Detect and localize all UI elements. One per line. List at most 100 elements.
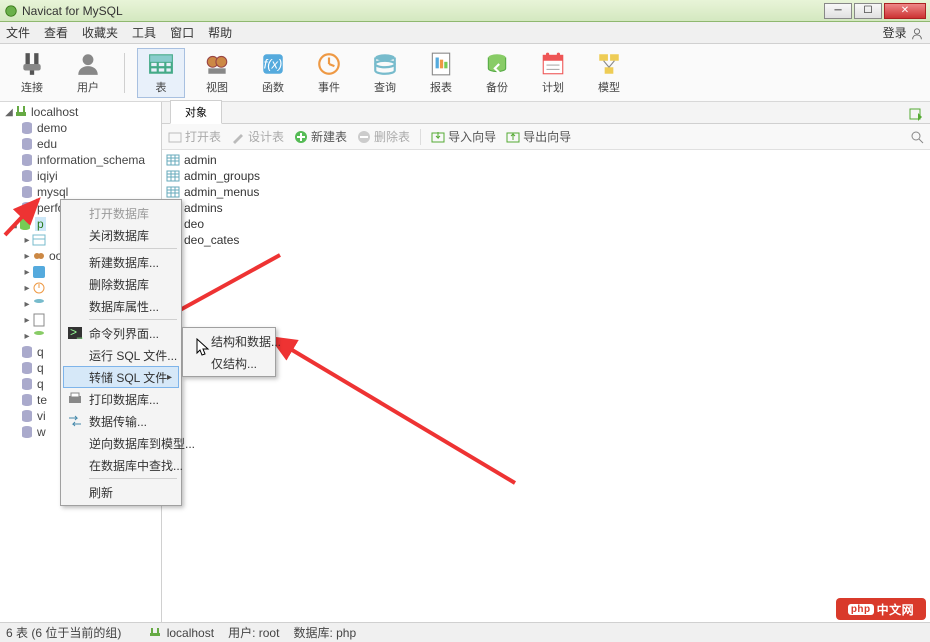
toolbar-backup[interactable]: 备份 <box>473 48 521 98</box>
tab-bar: 对象 <box>162 102 930 124</box>
table-row[interactable]: admin_groups <box>166 168 926 184</box>
toolbar-event[interactable]: 事件 <box>305 48 353 98</box>
menu-item[interactable]: 打印数据库... <box>63 388 179 410</box>
table-list[interactable]: adminadmin_groupsadmin_menusadminsdeodeo… <box>162 150 930 622</box>
toolbar-user[interactable]: 用户 <box>64 48 112 98</box>
menu-window[interactable]: 窗口 <box>170 24 194 41</box>
submenu-arrow-icon: ▸ <box>167 372 172 383</box>
connection-node[interactable]: ◢ localhost <box>0 104 161 120</box>
menu-help[interactable]: 帮助 <box>208 24 232 41</box>
server-icon <box>149 627 161 639</box>
database-node[interactable]: mysql <box>0 184 161 200</box>
database-icon <box>20 121 34 135</box>
menu-item[interactable]: 数据库属性... <box>63 295 179 317</box>
toolbar-separator <box>124 53 125 93</box>
queries-icon <box>32 297 46 311</box>
import-wizard-button[interactable]: 导入向导 <box>431 128 496 145</box>
table-row[interactable]: admin <box>166 152 926 168</box>
watermark-badge: php中文网 <box>836 598 926 620</box>
database-node[interactable]: information_schema <box>0 152 161 168</box>
table-row[interactable]: deo_cates <box>166 232 926 248</box>
login-link[interactable]: 登录 <box>883 24 924 41</box>
window-controls: ─ ☐ ✕ <box>824 3 926 19</box>
database-icon <box>20 201 34 215</box>
status-count: 6 表 (6 位于当前的组) <box>6 624 121 641</box>
app-icon <box>4 4 18 18</box>
database-icon <box>18 217 32 231</box>
toolbar-report[interactable]: 报表 <box>417 48 465 98</box>
export-wizard-button[interactable]: 导出向导 <box>506 128 571 145</box>
close-button[interactable]: ✕ <box>884 3 926 19</box>
database-node[interactable]: iqiyi <box>0 168 161 184</box>
database-icon <box>20 169 34 183</box>
tab-objects[interactable]: 对象 <box>170 100 222 124</box>
database-icon <box>20 345 34 359</box>
toolbar-table[interactable]: 表 <box>137 48 185 98</box>
database-node[interactable]: edu <box>0 136 161 152</box>
table-icon <box>166 153 180 167</box>
minimize-button[interactable]: ─ <box>824 3 852 19</box>
open-table-button[interactable]: 打开表 <box>168 128 221 145</box>
menu-item: 打开数据库 <box>63 202 179 224</box>
table-row[interactable]: admins <box>166 200 926 216</box>
table-row[interactable]: admin_menus <box>166 184 926 200</box>
connection-icon <box>14 105 28 119</box>
menu-item[interactable]: 关闭数据库 <box>63 224 179 246</box>
menu-item[interactable]: >_命令列界面... <box>63 322 179 344</box>
menu-item[interactable]: 删除数据库 <box>63 273 179 295</box>
database-icon <box>20 425 34 439</box>
menu-view[interactable]: 查看 <box>44 24 68 41</box>
menu-item[interactable]: 新建数据库... <box>63 251 179 273</box>
database-context-menu[interactable]: 打开数据库关闭数据库新建数据库...删除数据库数据库属性... >_命令列界面..… <box>60 199 182 506</box>
object-toolbar: 打开表 设计表 新建表 删除表 导入向导 导出向导 <box>162 124 930 150</box>
delete-table-button[interactable]: 删除表 <box>357 128 410 145</box>
menu-item[interactable]: 在数据库中查找... <box>63 454 179 476</box>
statusbar: 6 表 (6 位于当前的组) localhost 用户: root 数据库: p… <box>0 622 930 642</box>
expand-icon[interactable]: ◢ <box>4 107 14 118</box>
print-icon <box>67 391 83 407</box>
open-icon <box>168 130 182 144</box>
database-icon <box>20 185 34 199</box>
toolbar-connection[interactable]: 连接 <box>8 48 56 98</box>
database-icon <box>20 137 34 151</box>
menu-item[interactable]: 转储 SQL 文件▸ <box>63 366 179 388</box>
menu-item[interactable]: 数据传输... <box>63 410 179 432</box>
menu-item[interactable]: 刷新 <box>63 481 179 503</box>
toolbar-view[interactable]: 视图 <box>193 48 241 98</box>
import-icon <box>431 130 445 144</box>
expand-icon[interactable]: ◢ <box>8 219 18 230</box>
toolbar-schedule[interactable]: 计划 <box>529 48 577 98</box>
toolbar-model[interactable]: 模型 <box>585 48 633 98</box>
menu-item[interactable]: 运行 SQL 文件... <box>63 344 179 366</box>
menubar: 文件 查看 收藏夹 工具 窗口 帮助 登录 <box>0 22 930 44</box>
svg-text:f(x): f(x) <box>264 56 283 71</box>
database-icon <box>20 153 34 167</box>
events-icon <box>32 281 46 295</box>
main-toolbar: 连接 用户 表 视图 f(x) 函数 事件 查询 报表 备份 计划 模型 <box>0 44 930 102</box>
svg-text:>_: >_ <box>70 325 83 339</box>
mouse-cursor <box>196 338 210 358</box>
toolbar-function[interactable]: f(x) 函数 <box>249 48 297 98</box>
maximize-button[interactable]: ☐ <box>854 3 882 19</box>
database-icon <box>20 361 34 375</box>
transfer-icon <box>67 413 83 429</box>
toolbar-query[interactable]: 查询 <box>361 48 409 98</box>
menu-tools[interactable]: 工具 <box>132 24 156 41</box>
menu-file[interactable]: 文件 <box>6 24 30 41</box>
search-icon[interactable] <box>910 130 924 144</box>
status-user: 用户: root <box>228 624 279 641</box>
menu-separator <box>89 248 177 249</box>
database-node[interactable]: demo <box>0 120 161 136</box>
design-table-button[interactable]: 设计表 <box>231 128 284 145</box>
new-table-button[interactable]: 新建表 <box>294 128 347 145</box>
tab-action-icon[interactable] <box>908 107 924 123</box>
menu-item[interactable]: 逆向数据库到模型... <box>63 432 179 454</box>
menu-separator <box>89 319 177 320</box>
tables-icon <box>32 233 46 247</box>
main-panel: 对象 打开表 设计表 新建表 删除表 导入向导 导出向导 adminadmin_… <box>162 102 930 622</box>
add-icon <box>294 130 308 144</box>
table-row[interactable]: deo <box>166 216 926 232</box>
menu-separator <box>89 478 177 479</box>
menu-favorites[interactable]: 收藏夹 <box>82 24 118 41</box>
table-icon <box>166 169 180 183</box>
